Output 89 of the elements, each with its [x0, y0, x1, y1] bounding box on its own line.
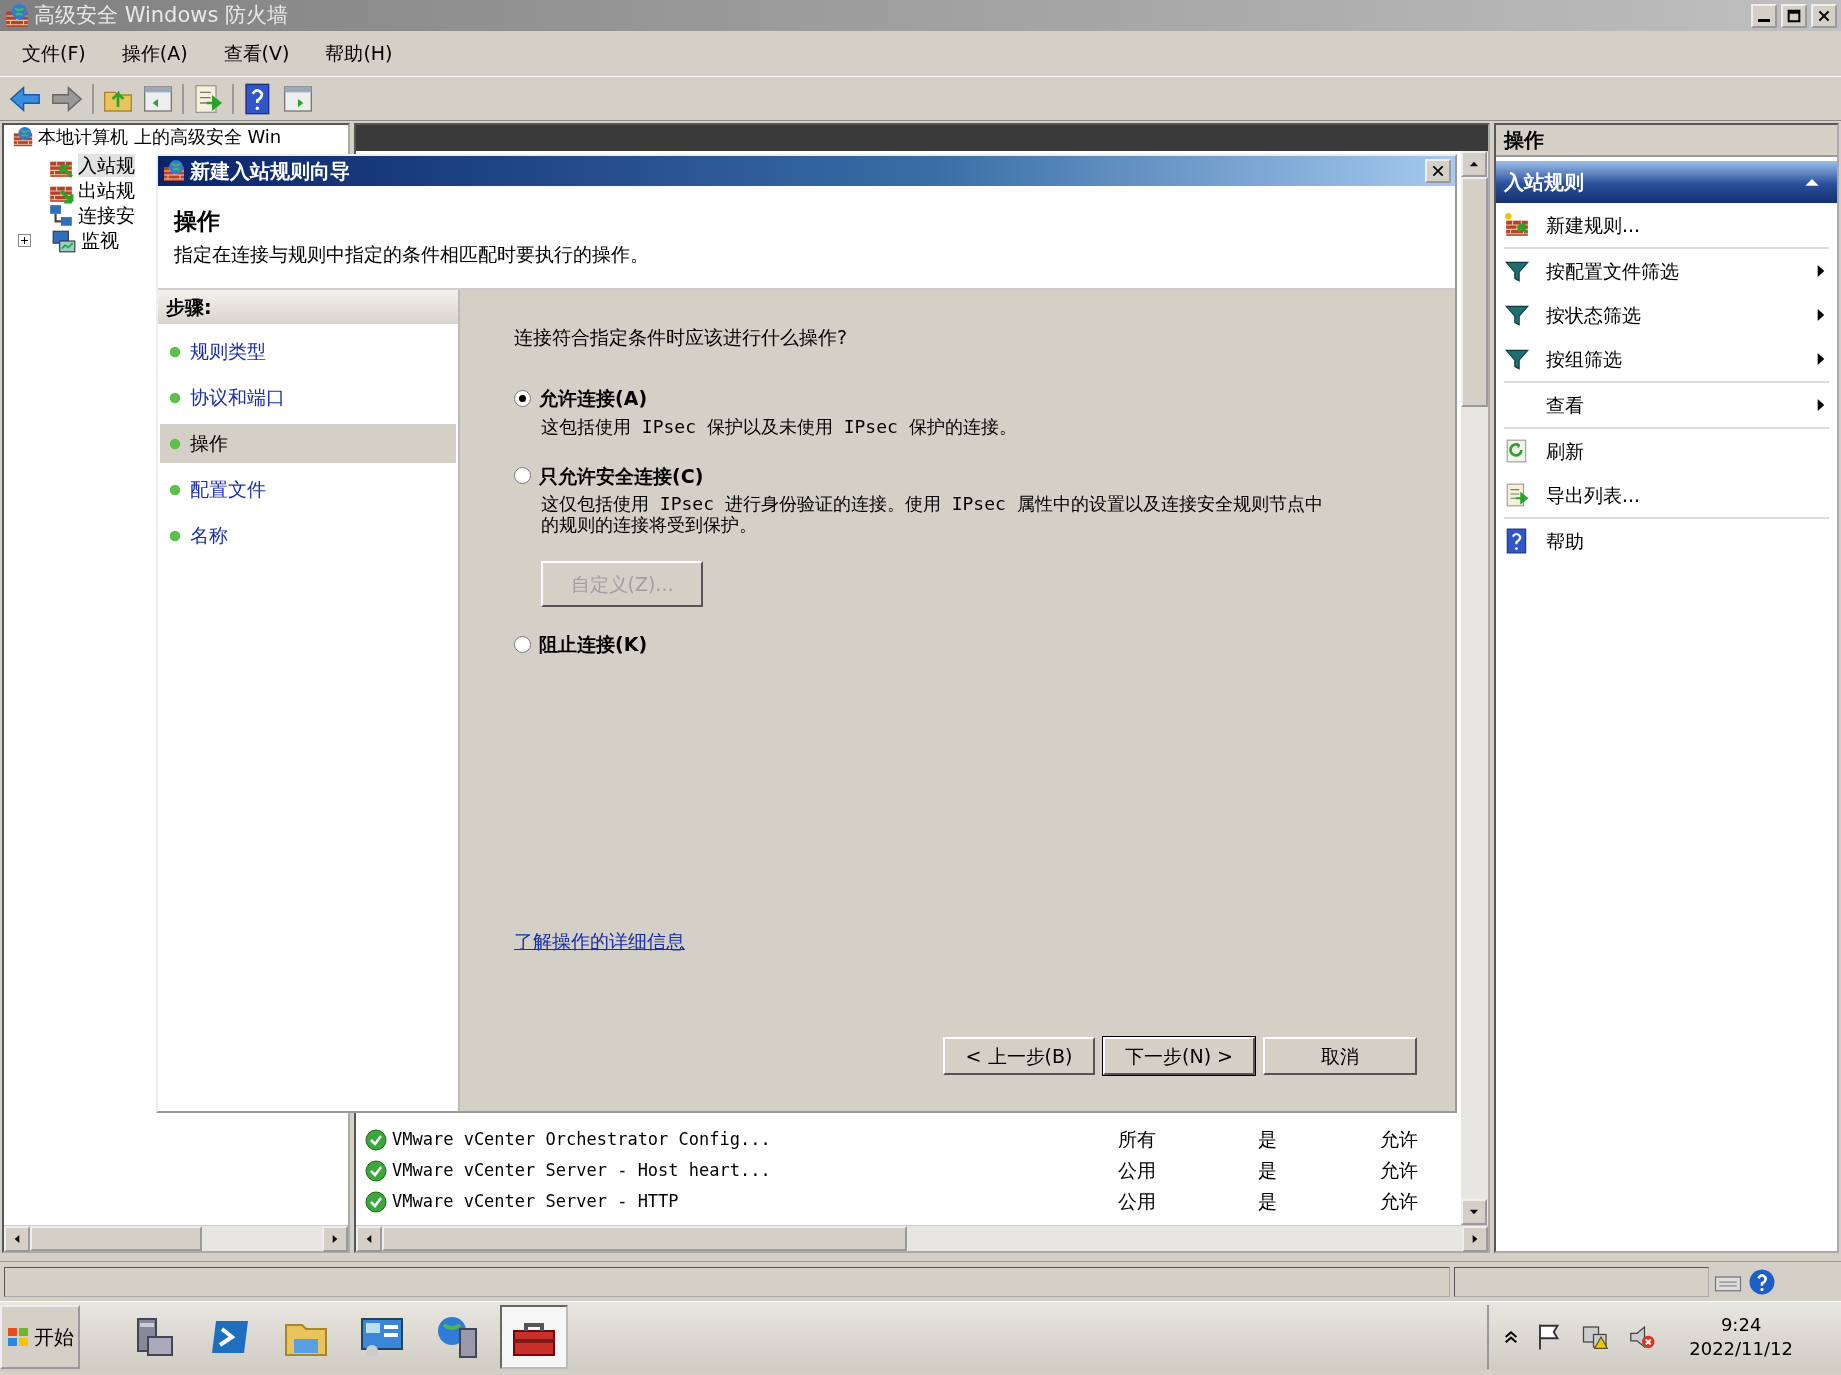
page-heading: 操作 [174, 207, 221, 236]
scroll-thumb[interactable] [382, 1226, 907, 1251]
close-button[interactable] [1811, 3, 1837, 28]
option-label[interactable]: 阻止连接(K) [539, 633, 648, 657]
tree-item[interactable]: 入站规 [78, 154, 135, 177]
tree-item[interactable]: 连接安 [78, 204, 135, 227]
scroll-thumb[interactable] [1461, 177, 1488, 407]
clock-time[interactable]: 9:24 [1720, 1313, 1762, 1337]
steps-label: 步骤: [166, 295, 212, 319]
start-button[interactable]: 开始 [0, 1304, 80, 1369]
firewall-icon [162, 159, 186, 183]
table-cell-text: 是 [1258, 1159, 1278, 1182]
minimize-icon [1758, 18, 1770, 22]
scrollbar[interactable] [4, 1225, 348, 1251]
step-item[interactable]: 操作 [160, 424, 456, 463]
table-cell: 允许 [1380, 1190, 1418, 1213]
table-cell-text: 公用 [1118, 1190, 1157, 1213]
table-cell-text: 是 [1258, 1128, 1278, 1151]
table-cell-text: VMware vCenter Orchestrator Config... [391, 1129, 772, 1150]
tree-item[interactable]: 监视 [81, 229, 119, 252]
option-label[interactable]: 允许连接(A) [539, 386, 648, 410]
bullet-icon [168, 482, 182, 497]
option-description: 这包括使用 IPsec 保护以及未使用 IPsec 保护的连接。 [541, 415, 1018, 437]
scrollbar[interactable] [1461, 151, 1488, 1225]
export-icon[interactable] [192, 82, 224, 115]
firewall-icon [12, 126, 34, 148]
chevron-up-icon[interactable] [1503, 1328, 1520, 1345]
wizard-button[interactable]: 取消 [1263, 1037, 1417, 1075]
wizard-button[interactable]: 下一步(N) > [1103, 1037, 1255, 1075]
firewall-icon [1504, 212, 1530, 238]
close-icon [1431, 164, 1445, 178]
table-cell: 允许 [1380, 1159, 1418, 1182]
radio-button[interactable] [514, 636, 531, 654]
table-cell-text: 是 [1258, 1190, 1278, 1213]
wizard-button[interactable]: < 上一步(B) [943, 1037, 1095, 1075]
page-description: 指定在连接与规则中指定的条件相匹配时要执行的操作。 [174, 243, 650, 267]
taskbar-button[interactable] [500, 1304, 568, 1369]
menu-item[interactable]: 文件(F) [4, 42, 104, 65]
bullet-icon [168, 436, 182, 451]
tree-item[interactable]: 出站规 [78, 179, 135, 202]
scrollbar[interactable] [356, 1225, 1488, 1251]
network-icon [48, 202, 74, 229]
action-item[interactable]: 刷新 [1546, 439, 1829, 463]
maximize-icon [1786, 7, 1802, 24]
action-item[interactable]: 新建规则... [1546, 213, 1829, 237]
menu-item[interactable]: 操作(A) [103, 42, 206, 65]
clock-date[interactable]: 2022/11/12 [1689, 1336, 1793, 1360]
bullet-icon [168, 344, 182, 359]
action-item[interactable]: 查看 [1546, 393, 1797, 417]
maximize-button[interactable] [1781, 3, 1807, 28]
action-item[interactable]: 帮助 [1546, 529, 1829, 553]
table-cell-text: 所有 [1118, 1128, 1157, 1151]
option-description: 这仅包括使用 IPsec 进行身份验证的连接。使用 IPsec 属性中的设置以及连接安全规则节点中的规则的连接将受到保护。 [541, 493, 1324, 536]
table-cell-text: VMware vCenter Server - Host heart... [391, 1160, 772, 1181]
table-cell: 允许 [1380, 1128, 1418, 1151]
bullet-icon [168, 528, 182, 543]
panel-title: 操作 [1504, 128, 1544, 152]
firewall-icon [4, 2, 30, 29]
step-item[interactable]: 协议和端口 [160, 378, 456, 417]
close-button[interactable] [1425, 159, 1451, 183]
check-icon [364, 1127, 388, 1152]
action-item[interactable]: 按配置文件筛选 [1546, 259, 1797, 283]
question-text: 连接符合指定条件时应该进行什么操作? [514, 326, 849, 349]
action-item[interactable]: 按组筛选 [1546, 347, 1797, 371]
option-label[interactable]: 只允许安全连接(C) [539, 464, 704, 488]
table-cell-text: 公用 [1118, 1159, 1157, 1182]
bullet-icon [168, 390, 182, 405]
radio-button[interactable] [514, 389, 531, 407]
export-icon [1504, 482, 1530, 508]
radio-button[interactable] [514, 467, 531, 485]
menu-item[interactable]: 帮助(H) [307, 42, 411, 65]
step-item[interactable]: 配置文件 [160, 470, 456, 509]
check-icon [364, 1158, 388, 1183]
scroll-thumb[interactable] [30, 1226, 202, 1251]
help-link[interactable]: 了解操作的详细信息 [514, 930, 685, 953]
check-icon [364, 1189, 388, 1214]
minimize-button[interactable] [1751, 3, 1777, 28]
table-cell-text: VMware vCenter Server - HTTP [391, 1191, 680, 1212]
step-item[interactable]: 名称 [160, 516, 456, 555]
section-header[interactable]: 入站规则 [1496, 161, 1837, 203]
action-item[interactable]: 导出列表... [1546, 483, 1829, 507]
window-title: 高级安全 Windows 防火墙 [34, 2, 290, 29]
action-item[interactable]: 按状态筛选 [1546, 303, 1797, 327]
dialog-title: 新建入站规则向导 [190, 159, 351, 183]
expand-icon [20, 236, 29, 245]
step-item[interactable]: 规则类型 [160, 332, 456, 371]
tree-item[interactable]: 本地计算机 上的高级安全 Win [38, 126, 282, 148]
expander[interactable] [18, 234, 31, 247]
menu-item[interactable]: 查看(V) [205, 42, 308, 65]
